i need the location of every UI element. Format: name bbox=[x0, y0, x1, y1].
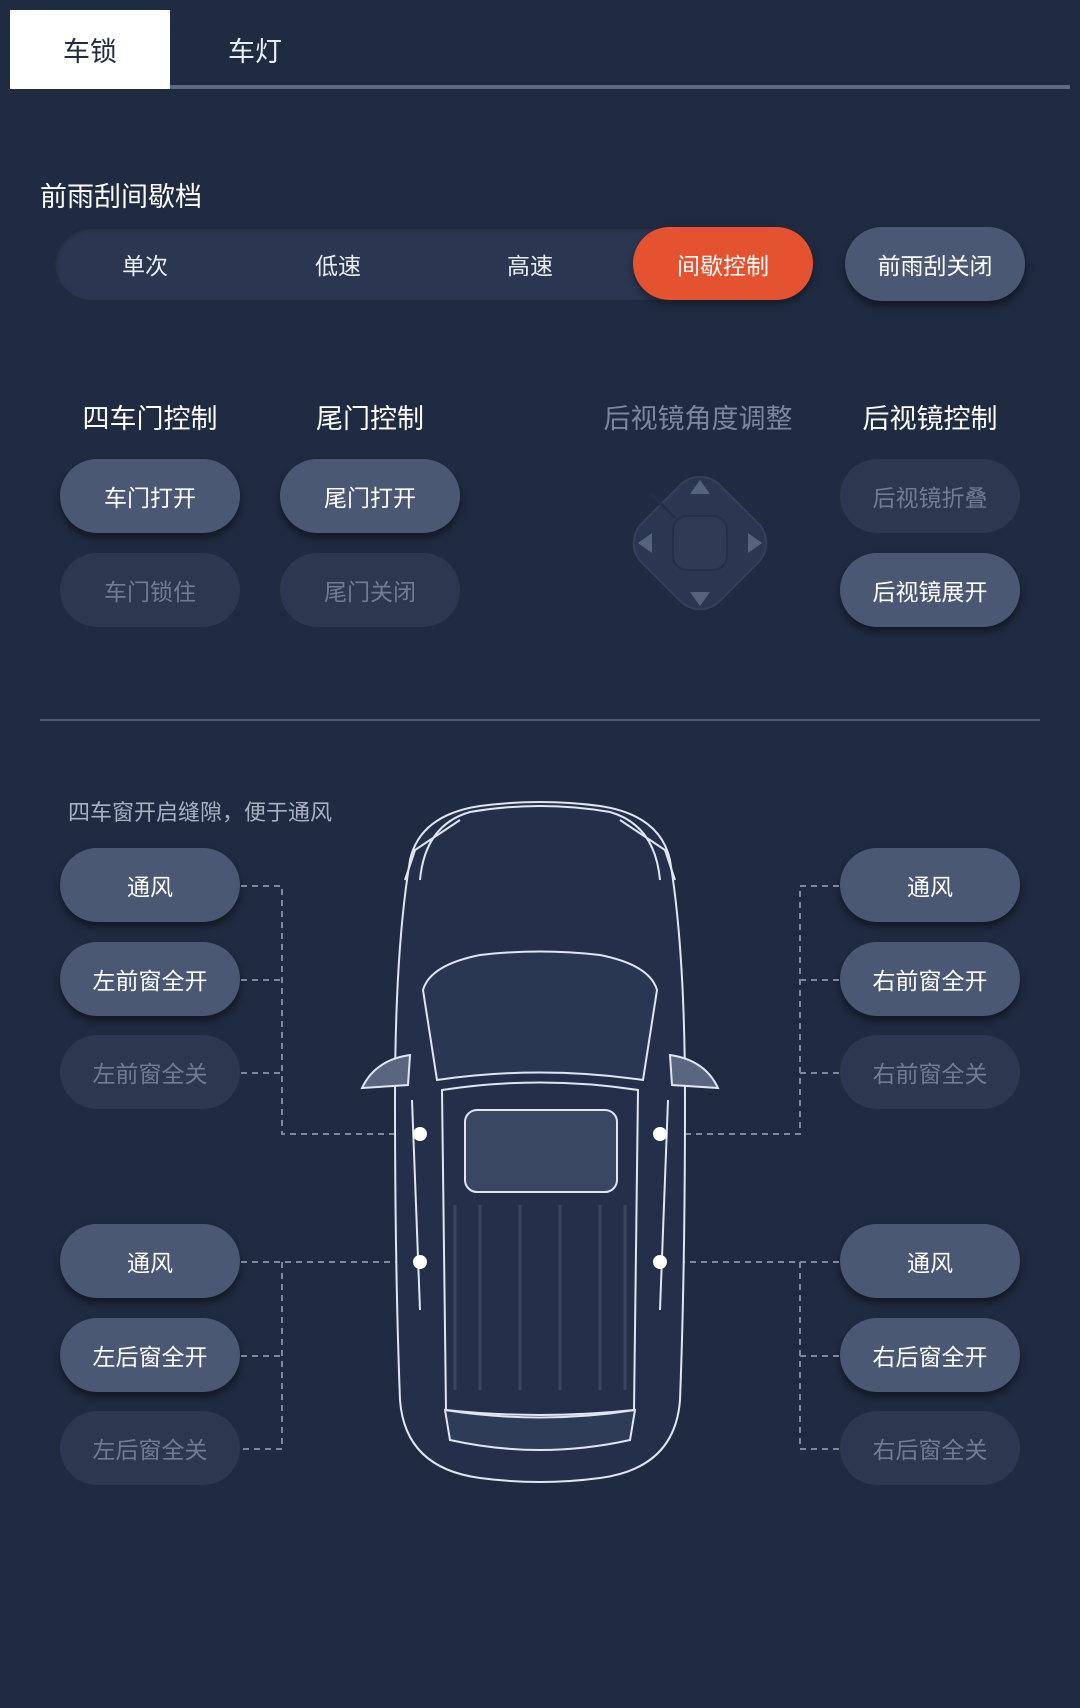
tab-car-lights[interactable]: 车灯 bbox=[175, 10, 335, 89]
doors-title: 四车门控制 bbox=[82, 404, 218, 435]
wiper-title: 前雨刮间歇档 bbox=[40, 182, 202, 213]
door-lock-button[interactable]: 车门锁住 bbox=[60, 553, 240, 627]
wiper-mode-intermittent[interactable]: 间歇控制 bbox=[633, 227, 813, 300]
wiper-mode-low[interactable]: 低速 bbox=[248, 227, 428, 300]
mirror-fold-button[interactable]: 后视镜折叠 bbox=[840, 459, 1020, 533]
section-divider bbox=[40, 719, 1040, 721]
rear-right-window-dot bbox=[653, 1255, 667, 1269]
wiper-off-button[interactable]: 前雨刮关闭 bbox=[845, 227, 1025, 301]
mirror-adjust-title: 后视镜角度调整 bbox=[603, 404, 793, 435]
tab-underline bbox=[170, 85, 1070, 89]
mirror-dpad bbox=[632, 475, 768, 611]
tab-car-lock[interactable]: 车锁 bbox=[10, 10, 170, 89]
rear-left-window-dot bbox=[413, 1255, 427, 1269]
tailgate-open-button[interactable]: 尾门打开 bbox=[280, 459, 460, 533]
front-right-window-dot bbox=[653, 1127, 667, 1141]
mirror-dpad-center[interactable] bbox=[672, 515, 728, 571]
tailgate-close-button[interactable]: 尾门关闭 bbox=[280, 553, 460, 627]
wiper-mode-high[interactable]: 高速 bbox=[440, 227, 620, 300]
car-top-view bbox=[241, 801, 839, 1483]
mirror-control-title: 后视镜控制 bbox=[862, 404, 998, 435]
tailgate-title: 尾门控制 bbox=[316, 404, 424, 435]
front-left-window-dot bbox=[413, 1127, 427, 1141]
mirror-unfold-button[interactable]: 后视镜展开 bbox=[840, 553, 1020, 627]
wiper-mode-single[interactable]: 单次 bbox=[55, 227, 235, 300]
door-open-button[interactable]: 车门打开 bbox=[60, 459, 240, 533]
